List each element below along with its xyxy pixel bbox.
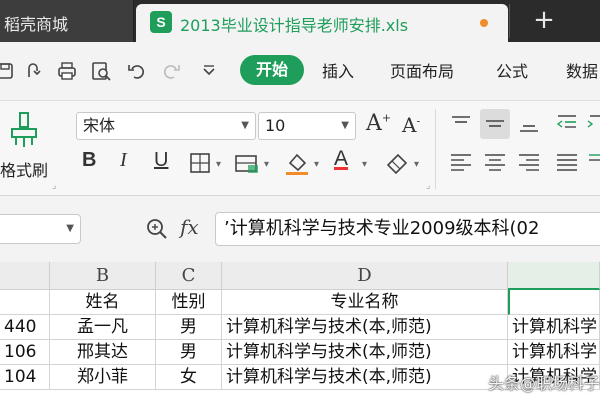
- table-cell[interactable]: 104: [0, 365, 50, 390]
- formula-bar: ▼ fx ’计算机科学与技术专业2009级本科(02: [0, 196, 600, 262]
- tab-label: 稻壳商城: [4, 15, 69, 34]
- export-icon[interactable]: [24, 60, 48, 82]
- chevron-down-icon[interactable]: ▾: [414, 159, 419, 170]
- table-cell[interactable]: 计算机科学与技术(本,师范): [222, 365, 508, 390]
- watermark-text: 头条@职场科子: [488, 374, 600, 393]
- column-header-e[interactable]: [508, 262, 600, 290]
- table-cell[interactable]: 计算机科学: [508, 340, 600, 365]
- distributed-align-icon[interactable]: [584, 147, 600, 177]
- table-cell[interactable]: 邢其达: [50, 340, 156, 365]
- align-right-icon[interactable]: [514, 147, 544, 177]
- menu-insert-tab[interactable]: 插入: [322, 58, 354, 82]
- shrink-font-button[interactable]: A-: [402, 113, 420, 137]
- align-top-icon[interactable]: [446, 109, 476, 139]
- table-cell[interactable]: 440: [0, 315, 50, 340]
- chevron-down-icon: ▼: [341, 120, 349, 131]
- justify-icon[interactable]: [552, 147, 582, 177]
- group-expand-icon[interactable]: ⌟: [426, 181, 430, 191]
- bold-button[interactable]: B: [82, 149, 96, 172]
- name-box[interactable]: ▼: [0, 214, 81, 244]
- chevron-down-icon: ▼: [241, 120, 249, 131]
- align-middle-icon[interactable]: [480, 109, 510, 139]
- table-cell[interactable]: 女: [156, 365, 222, 390]
- menu-formula-tab[interactable]: 公式: [496, 58, 528, 82]
- spreadsheet-grid: B C D 姓名 性别 专业名称 440 孟一凡 男 计算机科学与技术(本,师范…: [0, 262, 600, 400]
- column-header-c[interactable]: C: [156, 262, 222, 290]
- fill-color-icon[interactable]: [282, 147, 312, 177]
- table-cell[interactable]: 男: [156, 315, 222, 340]
- format-painter-button[interactable]: 格式刷: [0, 157, 48, 181]
- tab-docer-store[interactable]: 稻壳商城: [0, 0, 134, 42]
- undo-icon[interactable]: [126, 60, 150, 82]
- insert-function-button[interactable]: fx: [180, 215, 199, 239]
- font-size-value: 10: [265, 116, 286, 135]
- column-header-b[interactable]: B: [50, 262, 156, 290]
- font-color-button[interactable]: A: [334, 147, 348, 171]
- chevron-down-icon[interactable]: ▾: [264, 159, 269, 170]
- group-expand-icon[interactable]: ⌟: [52, 181, 56, 191]
- table-cell[interactable]: 计算机科学与技术(本,师范): [222, 340, 508, 365]
- grow-font-button[interactable]: A+: [366, 111, 391, 136]
- table-cell[interactable]: 计算机科学与技术(本,师范): [222, 315, 508, 340]
- header-cell-gender[interactable]: 性别: [156, 290, 222, 315]
- spreadsheet-icon: S: [150, 11, 172, 33]
- unsaved-dot-icon: [480, 19, 488, 27]
- chevron-down-icon[interactable]: ▾: [216, 159, 221, 170]
- ribbon-toolbar: 格式刷 ⌟ 宋体 ▼ 10 ▼ A+ A- B I U ▾ ▾ ▾ A ▾ ▾ …: [0, 100, 600, 196]
- align-left-icon[interactable]: [446, 147, 476, 177]
- formula-input[interactable]: ’计算机科学与技术专业2009级本科(02: [215, 212, 600, 246]
- table-cell[interactable]: 孟一凡: [50, 315, 156, 340]
- tab-active-document[interactable]: S 2013毕业设计指导老师安排.xls: [136, 4, 508, 42]
- font-name-value: 宋体: [83, 116, 116, 135]
- underline-button[interactable]: U: [154, 149, 168, 172]
- font-name-select[interactable]: 宋体 ▼: [76, 112, 256, 140]
- menu-data-tab[interactable]: 数据: [566, 58, 598, 82]
- tab-divider: [509, 4, 510, 38]
- menu-home-tab[interactable]: 开始: [240, 55, 304, 85]
- indent-increase-icon[interactable]: [584, 109, 600, 139]
- zoom-search-icon[interactable]: [144, 216, 170, 242]
- chevron-down-icon[interactable]: ▾: [314, 159, 319, 170]
- table-cell[interactable]: 计算机科学: [508, 315, 600, 340]
- eraser-icon[interactable]: [382, 147, 412, 177]
- tab-bar: 稻壳商城 S 2013毕业设计指导老师安排.xls +: [0, 0, 600, 42]
- shrink-font-label: A: [402, 113, 417, 137]
- format-painter-icon[interactable]: [6, 111, 42, 151]
- table-cell[interactable]: [0, 290, 50, 315]
- font-size-select[interactable]: 10 ▼: [258, 112, 356, 140]
- chevron-down-icon[interactable]: ▾: [362, 159, 367, 170]
- table-cell[interactable]: 男: [156, 340, 222, 365]
- header-cell-name[interactable]: 姓名: [50, 290, 156, 315]
- new-tab-button[interactable]: +: [524, 0, 564, 42]
- print-preview-icon[interactable]: [90, 60, 114, 82]
- table-cell[interactable]: 郑小菲: [50, 365, 156, 390]
- table-cell[interactable]: 106: [0, 340, 50, 365]
- header-cell-major[interactable]: 专业名称: [222, 290, 508, 315]
- align-center-icon[interactable]: [480, 147, 510, 177]
- indent-decrease-icon[interactable]: [552, 109, 582, 139]
- ribbon-separator: [435, 109, 436, 189]
- column-header-d[interactable]: D: [222, 262, 508, 290]
- tab-title: 2013毕业设计指导老师安排.xls: [180, 16, 409, 35]
- menu-page-layout-tab[interactable]: 页面布局: [390, 58, 454, 82]
- selected-cell[interactable]: [508, 290, 600, 315]
- fill-pattern-icon[interactable]: [232, 149, 262, 179]
- save-icon[interactable]: [0, 60, 18, 82]
- menu-bar: 开始 插入 页面布局 公式 数据: [0, 42, 600, 100]
- column-header-a[interactable]: [0, 262, 50, 290]
- grow-font-label: A: [366, 111, 382, 136]
- print-icon[interactable]: [56, 60, 80, 82]
- align-bottom-icon[interactable]: [514, 109, 544, 139]
- redo-icon[interactable]: [160, 60, 184, 82]
- italic-button[interactable]: I: [120, 149, 127, 172]
- chevron-down-icon: ▼: [66, 223, 74, 234]
- border-icon[interactable]: [186, 149, 216, 179]
- customize-chevron-icon[interactable]: [198, 60, 222, 82]
